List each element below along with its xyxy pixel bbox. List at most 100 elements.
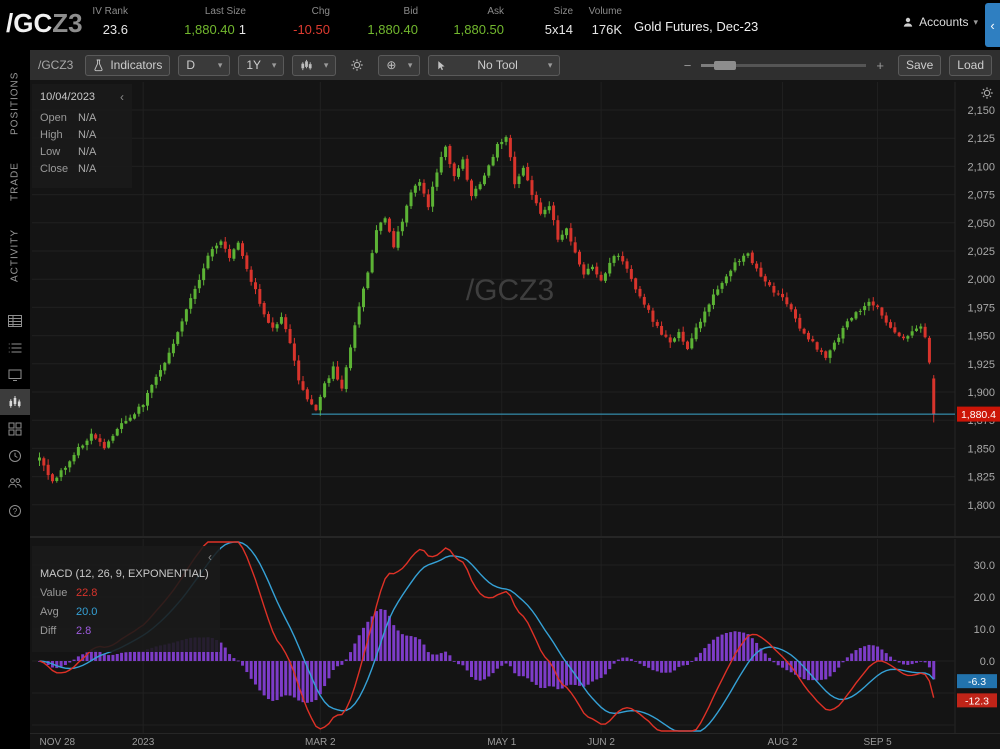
price-axis-label: 1,825: [967, 472, 995, 484]
svg-text:-12.3: -12.3: [965, 695, 989, 707]
chart-watermark: /GCZ3: [466, 274, 554, 307]
collapse-right-panel-button[interactable]: ‹: [985, 3, 1000, 47]
zoom-slider-fill: [701, 64, 715, 67]
gear-icon: [980, 86, 994, 100]
chevron-down-icon: ▾: [272, 61, 277, 70]
price-axis-label: 2,000: [967, 274, 995, 286]
macd-legend: ‹ MACD (12, 26, 9, EXPONENTIAL) Value22.…: [32, 546, 220, 652]
help-icon[interactable]: ?: [0, 498, 30, 524]
stat-change: Chg-10.50: [258, 7, 330, 38]
chart-style-dropdown[interactable]: ▾: [292, 55, 336, 76]
quotes-grid-icon[interactable]: [0, 308, 30, 334]
chevron-left-icon: ‹: [990, 18, 994, 33]
range-dropdown[interactable]: 1Y ▾: [238, 55, 284, 76]
sidebar-tab-trade[interactable]: TRADE: [0, 156, 30, 208]
price-axis-label: 2,125: [967, 133, 995, 145]
ohlc-open-row: OpenN/A: [40, 112, 124, 124]
price-axis-label: 1,900: [967, 387, 995, 399]
chart-settings-button[interactable]: [344, 55, 370, 76]
candlestick-style-icon: [300, 59, 313, 72]
chevron-down-icon: ▾: [408, 61, 413, 70]
symbol-root: /GC: [6, 8, 52, 38]
dashboard-icon[interactable]: [0, 416, 30, 442]
ohlc-low-row: LowN/A: [40, 146, 124, 158]
drawing-tool-dropdown[interactable]: No Tool ▾: [428, 55, 560, 76]
timeframe-dropdown[interactable]: D ▾: [178, 55, 230, 76]
accounts-label: Accounts: [919, 15, 968, 29]
flask-icon: [93, 59, 104, 72]
instrument-description: Gold Futures, Dec-23: [634, 19, 758, 34]
chevron-down-icon: ▾: [548, 61, 553, 70]
svg-text:1,880.4: 1,880.4: [961, 409, 996, 421]
date-axis-label: NOV 28: [40, 737, 76, 748]
circled-plus-icon: ⊕: [386, 58, 396, 72]
price-axis-label: 2,150: [967, 105, 995, 117]
chart-corner-gear-button[interactable]: [980, 86, 994, 103]
macd-diff-row: Diff2.8: [40, 625, 212, 637]
macd-axis-label: 10.0: [974, 624, 995, 636]
macd-title: MACD (12, 26, 9, EXPONENTIAL): [40, 568, 212, 580]
trading-app-window: /GCZ3 IV Rank23.6 Last Size1,880.401 Chg…: [0, 0, 1000, 749]
chevron-down-icon: ▾: [973, 18, 978, 27]
chart-pattern-icon[interactable]: [0, 389, 30, 415]
chevron-down-icon: ▾: [218, 61, 223, 70]
collapse-overlay-icon[interactable]: ‹: [120, 90, 124, 104]
price-axis-label: 1,850: [967, 443, 995, 455]
date-axis: NOV 282023MAR 2MAY 1JUN 2AUG 2SEP 5: [30, 733, 1000, 749]
panel-divider[interactable]: [30, 536, 1000, 538]
ohlc-high-row: HighN/A: [40, 129, 124, 141]
zoom-slider-handle[interactable]: [714, 61, 736, 70]
date-axis-label: MAR 2: [305, 737, 336, 748]
macd-axis-label: 30.0: [974, 560, 995, 572]
crosshair-dropdown[interactable]: ⊕ ▾: [378, 55, 420, 76]
sidebar-tab-positions[interactable]: POSITIONS: [0, 66, 30, 140]
toolbar-symbol-label: /GCZ3: [38, 58, 73, 72]
price-axis-label: 1,925: [967, 359, 995, 371]
watchlist-icon[interactable]: [0, 335, 30, 361]
indicators-button[interactable]: Indicators: [85, 55, 170, 76]
header: /GCZ3 IV Rank23.6 Last Size1,880.401 Chg…: [0, 0, 1000, 50]
cursor-date: 10/04/2023: [40, 91, 95, 103]
load-button[interactable]: Load: [949, 55, 992, 76]
monitor-icon[interactable]: [0, 362, 30, 388]
chart-area: 2,150 2,125 2,100 2,075 2,050 2,025 2,000 1,975…: [30, 80, 1000, 749]
zoom-slider[interactable]: [701, 64, 866, 67]
zoom-control: − +: [684, 58, 884, 73]
svg-text:?: ?: [13, 507, 18, 516]
ohlc-close-row: CloseN/A: [40, 163, 124, 175]
chart-toolbar: /GCZ3 Indicators D ▾ 1Y ▾ ▾ ⊕ ▾ No Tool: [30, 50, 1000, 80]
price-axis-label: 2,100: [967, 161, 995, 173]
zoom-in-button[interactable]: +: [876, 58, 884, 73]
date-axis-label: MAY 1: [487, 737, 516, 748]
price-axis-label: 1,975: [967, 302, 995, 314]
macd-axis-label: 20.0: [974, 592, 995, 604]
macd-avg-row: Avg20.0: [40, 606, 212, 618]
stat-volume: Volume176K: [576, 7, 622, 38]
save-button[interactable]: Save: [898, 55, 941, 76]
stat-iv-rank: IV Rank23.6: [58, 7, 128, 38]
price-candlestick-chart[interactable]: 2,150 2,125 2,100 2,075 2,050 2,025 2,000 1,975…: [32, 82, 1000, 537]
chevron-down-icon: ▾: [324, 61, 329, 70]
price-axis-label: 1,800: [967, 500, 995, 512]
stat-ask: Ask1,880.50: [432, 7, 504, 38]
sidebar-tab-activity[interactable]: ACTIVITY: [0, 222, 30, 288]
stat-last-size: Last Size1,880.401: [140, 7, 246, 38]
ohlc-overlay: 10/04/2023 ‹ OpenN/A HighN/A LowN/A Clos…: [32, 84, 132, 188]
left-sidebar: POSITIONS TRADE ACTIVITY ?: [0, 50, 30, 749]
community-icon[interactable]: [0, 470, 30, 496]
macd-value-row: Value22.8: [40, 587, 212, 599]
collapse-macd-icon[interactable]: ‹: [208, 550, 212, 564]
price-axis-label: 1,950: [967, 331, 995, 343]
date-axis-label: JUN 2: [587, 737, 615, 748]
stat-bid: Bid1,880.40: [346, 7, 418, 38]
clock-icon[interactable]: [0, 443, 30, 469]
price-axis-label: 2,050: [967, 218, 995, 230]
accounts-icon: [902, 16, 914, 28]
stat-size: Size5x14: [512, 7, 573, 38]
zoom-out-button[interactable]: −: [684, 58, 692, 73]
accounts-menu[interactable]: Accounts ▾: [902, 15, 978, 29]
svg-text:-6.3: -6.3: [968, 676, 986, 688]
macd-axis-label: 0.0: [980, 656, 995, 668]
price-axis-label: 2,025: [967, 246, 995, 258]
price-axis-label: 2,075: [967, 190, 995, 202]
